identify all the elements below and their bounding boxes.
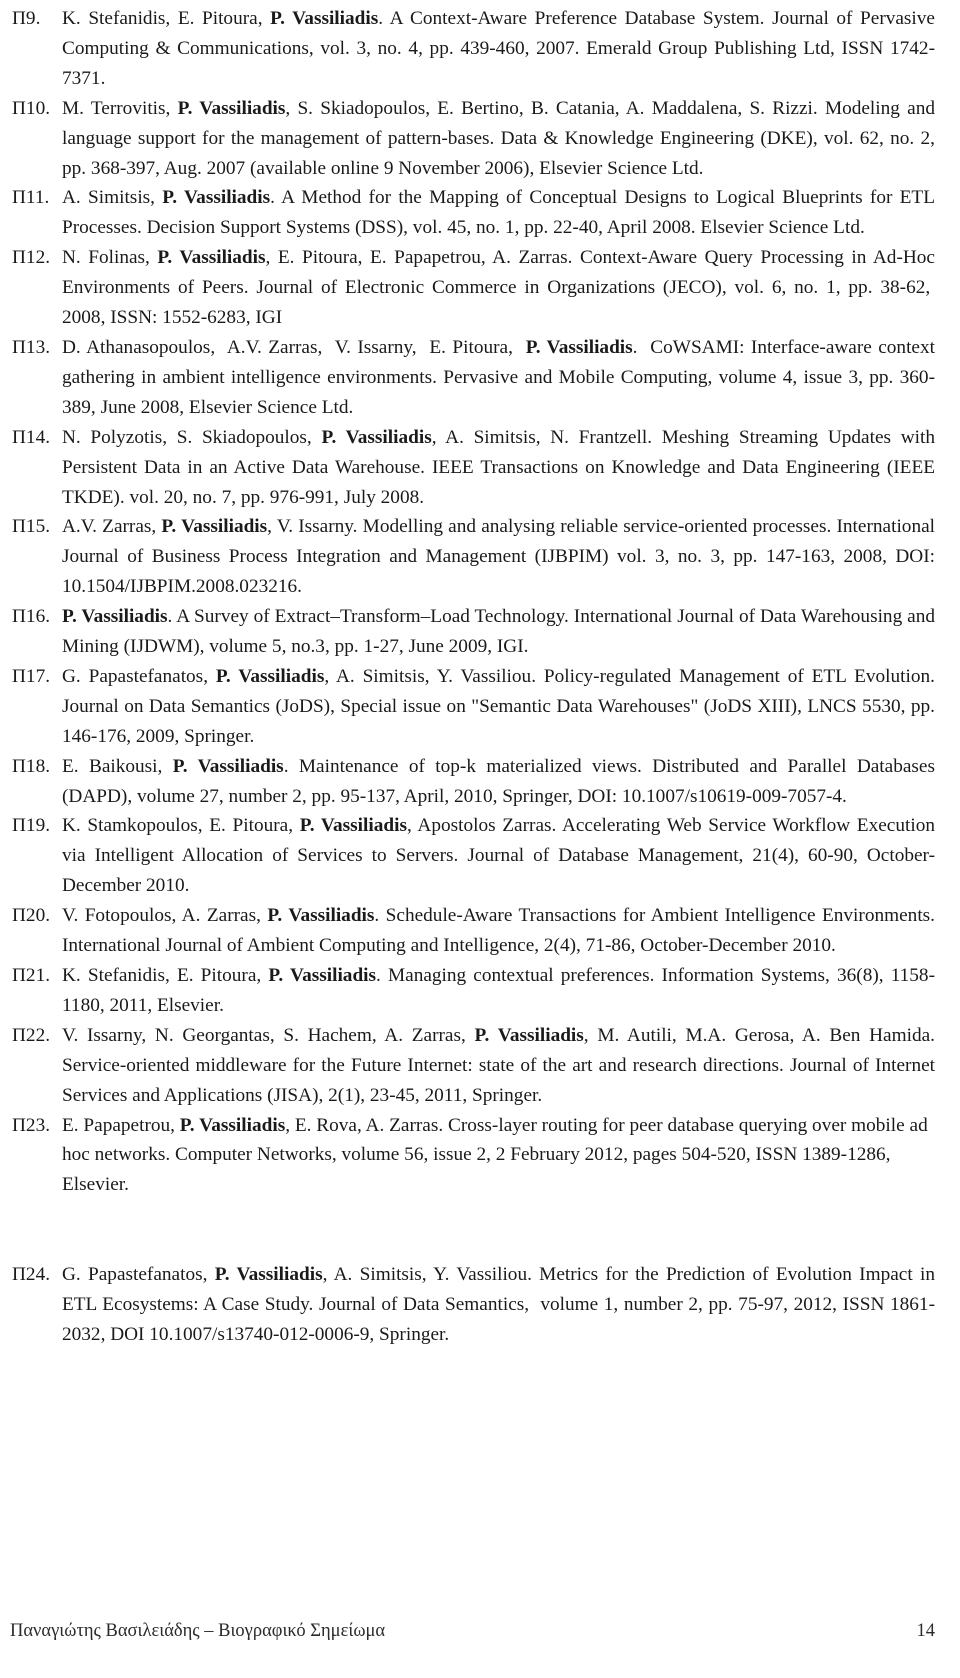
highlighted-author: P. Vassiliadis bbox=[161, 516, 268, 538]
reference-label: Π10. bbox=[12, 97, 51, 119]
reference-label: Π20. bbox=[12, 905, 51, 927]
reference-label: Π11. bbox=[12, 187, 50, 209]
reference-label: Π15. bbox=[12, 516, 51, 538]
highlighted-author: P. Vassiliadis bbox=[177, 97, 286, 119]
reference-label: Π14. bbox=[12, 426, 51, 448]
reference-entry-p9: Π9. K. Stefanidis, E. Pitoura, P. Vassil… bbox=[10, 4, 935, 94]
reference-label: Π13. bbox=[12, 336, 51, 358]
reference-text: P. Vassiliadis. A Survey of Extract–Tran… bbox=[62, 606, 935, 658]
reference-text: K. Stefanidis, E. Pitoura, P. Vassiliadi… bbox=[62, 8, 935, 89]
page-footer: Παναγιώτης Βασιλειάδης – Βιογραφικό Σημε… bbox=[10, 1621, 935, 1642]
highlighted-author: P. Vassiliadis bbox=[214, 1264, 323, 1286]
highlighted-author: P. Vassiliadis bbox=[267, 905, 375, 927]
reference-entry-p18: Π18. E. Baikousi, P. Vassiliadis. Mainte… bbox=[10, 752, 935, 812]
reference-text: A. Simitsis, P. Vassiliadis. A Method fo… bbox=[62, 187, 935, 239]
reference-text: E. Papapetrou, P. Vassiliadis, E. Rova, … bbox=[62, 1114, 928, 1196]
reference-label: Π12. bbox=[12, 247, 51, 269]
highlighted-author: P. Vassiliadis bbox=[157, 247, 266, 269]
highlighted-author: P. Vassiliadis bbox=[62, 606, 168, 628]
reference-text: A.V. Zarras, P. Vassiliadis, V. Issarny.… bbox=[62, 516, 935, 598]
reference-entry-p13: Π13. D. Athanasopoulos, A.V. Zarras, V. … bbox=[10, 333, 935, 423]
highlighted-author: P. Vassiliadis bbox=[172, 755, 284, 777]
reference-entry-p23: Π23. E. Papapetrou, P. Vassiliadis, E. R… bbox=[10, 1111, 935, 1201]
highlighted-author: P. Vassiliadis bbox=[474, 1024, 584, 1046]
reference-label: Π18. bbox=[12, 755, 51, 777]
reference-text: N. Polyzotis, S. Skiadopoulos, P. Vassil… bbox=[62, 426, 935, 508]
reference-label: Π16. bbox=[12, 606, 51, 628]
reference-text: K. Stefanidis, E. Pitoura, P. Vassiliadi… bbox=[62, 965, 935, 1016]
reference-text: V. Issarny, N. Georgantas, S. Hachem, A.… bbox=[62, 1024, 935, 1106]
highlighted-author: P. Vassiliadis bbox=[299, 815, 407, 837]
reference-entry-p24: Π24. G. Papastefanatos, P. Vassiliadis, … bbox=[10, 1260, 935, 1350]
footer-page-number: 14 bbox=[916, 1621, 936, 1641]
document-page: Π9. K. Stefanidis, E. Pitoura, P. Vassil… bbox=[0, 0, 960, 1678]
reference-label: Π23. bbox=[12, 1114, 51, 1136]
reference-label: Π19. bbox=[12, 815, 51, 837]
reference-entry-p21: Π21. K. Stefanidis, E. Pitoura, P. Vassi… bbox=[10, 961, 935, 1021]
reference-text: N. Folinas, P. Vassiliadis, E. Pitoura, … bbox=[62, 247, 935, 329]
reference-text: K. Stamkopoulos, E. Pitoura, P. Vassilia… bbox=[62, 815, 935, 897]
reference-entry-p17: Π17. G. Papastefanatos, P. Vassiliadis, … bbox=[10, 662, 935, 752]
reference-entry-p11: Π11. A. Simitsis, P. Vassiliadis. A Meth… bbox=[10, 183, 935, 243]
reference-entry-p12: Π12. N. Folinas, P. Vassiliadis, E. Pito… bbox=[10, 243, 935, 333]
highlighted-author: P. Vassiliadis bbox=[321, 426, 432, 448]
reference-entry-p16: Π16. P. Vassiliadis. A Survey of Extract… bbox=[10, 602, 935, 662]
highlighted-author: P. Vassiliadis bbox=[179, 1114, 286, 1136]
reference-entry-p19: Π19. K. Stamkopoulos, E. Pitoura, P. Vas… bbox=[10, 811, 935, 901]
reference-text: V. Fotopoulos, A. Zarras, P. Vassiliadis… bbox=[62, 905, 935, 957]
publication-reference-list: Π9. K. Stefanidis, E. Pitoura, P. Vassil… bbox=[10, 4, 935, 1350]
footer-title: Παναγιώτης Βασιλειάδης – Βιογραφικό Σημε… bbox=[10, 1621, 386, 1641]
highlighted-author: P. Vassiliadis bbox=[215, 665, 325, 687]
highlighted-author: P. Vassiliadis bbox=[268, 965, 377, 986]
reference-entry-p14: Π14. N. Polyzotis, S. Skiadopoulos, P. V… bbox=[10, 423, 935, 513]
reference-text: E. Baikousi, P. Vassiliadis. Maintenance… bbox=[62, 755, 935, 807]
reference-entry-p20: Π20. V. Fotopoulos, A. Zarras, P. Vassil… bbox=[10, 901, 935, 961]
highlighted-author: P. Vassiliadis bbox=[270, 8, 379, 29]
reference-text: D. Athanasopoulos, A.V. Zarras, V. Issar… bbox=[62, 336, 935, 418]
reference-label: Π21. bbox=[12, 965, 51, 986]
reference-entry-p10: Π10. M. Terrovitis, P. Vassiliadis, S. S… bbox=[10, 94, 935, 184]
reference-label: Π17. bbox=[12, 665, 51, 687]
reference-text: M. Terrovitis, P. Vassiliadis, S. Skiado… bbox=[62, 97, 935, 179]
reference-text: G. Papastefanatos, P. Vassiliadis, A. Si… bbox=[62, 665, 935, 747]
reference-entry-p22: Π22. V. Issarny, N. Georgantas, S. Hache… bbox=[10, 1021, 935, 1111]
reference-text: G. Papastefanatos, P. Vassiliadis, A. Si… bbox=[62, 1264, 935, 1346]
highlighted-author: P. Vassiliadis bbox=[162, 187, 271, 209]
highlighted-author: P. Vassiliadis bbox=[525, 336, 633, 358]
reference-label: Π22. bbox=[12, 1024, 51, 1046]
reference-label: Π24. bbox=[12, 1264, 51, 1286]
reference-entry-p15: Π15. A.V. Zarras, P. Vassiliadis, V. Iss… bbox=[10, 512, 935, 602]
reference-label: Π9. bbox=[12, 8, 41, 29]
